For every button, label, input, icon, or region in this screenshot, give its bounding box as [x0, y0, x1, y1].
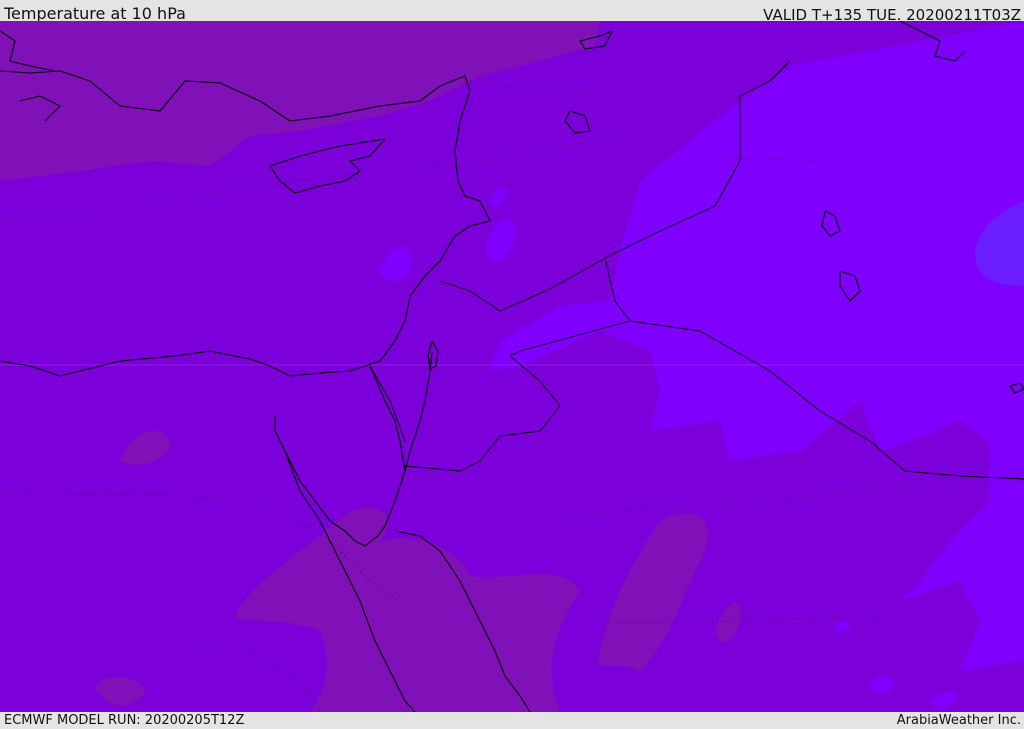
- credit: ArabiaWeather Inc.: [896, 713, 1021, 728]
- footer-bar: ECMWF MODEL RUN: 20200205T12Z ArabiaWeat…: [0, 712, 1024, 729]
- model-run: ECMWF MODEL RUN: 20200205T12Z: [4, 713, 245, 728]
- header-bar: Temperature at 10 hPa VALID T+135 TUE. 2…: [0, 0, 1024, 24]
- weather-map[interactable]: [0, 21, 1024, 712]
